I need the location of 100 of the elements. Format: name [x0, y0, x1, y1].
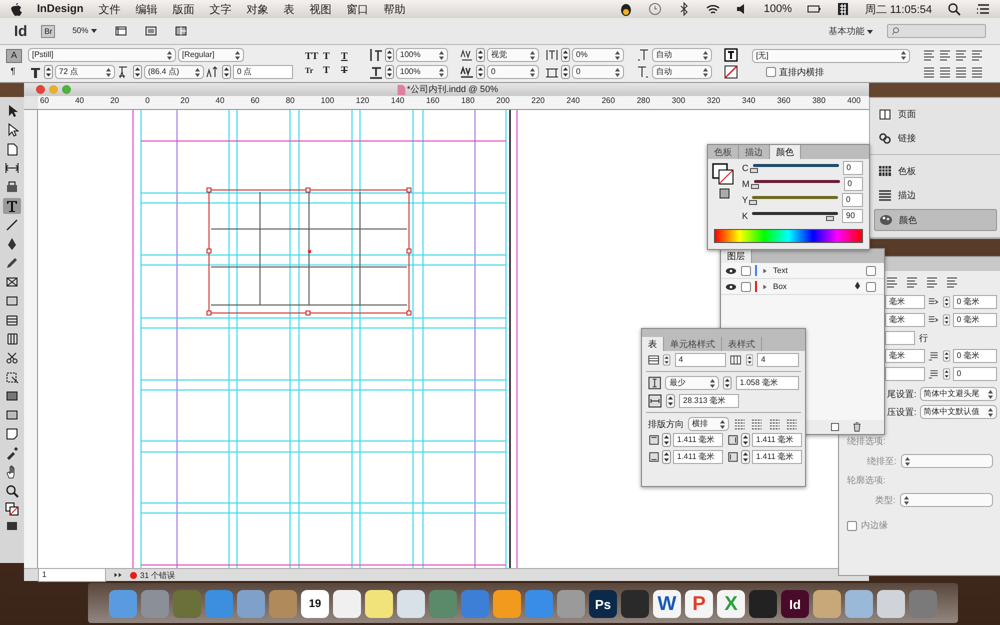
channel-value-field[interactable]: 0 — [844, 177, 863, 191]
character-style-dropdown[interactable]: [无] — [752, 48, 910, 62]
panel-tab[interactable]: 页面 — [874, 104, 997, 124]
column-width-field[interactable]: 28.313 毫米 — [679, 394, 739, 408]
panel-tab[interactable]: 描边 — [874, 185, 997, 205]
auto-dropdown[interactable]: 自动 — [652, 65, 712, 79]
battery-percent: 100% — [764, 3, 792, 15]
panel-tab[interactable]: 单元格样式 — [664, 337, 722, 351]
indent-field[interactable]: 0 毫米 — [952, 313, 997, 327]
zoom-dropdown[interactable]: 50% — [69, 25, 100, 37]
horizontal-scale-field[interactable]: 100% — [396, 65, 448, 79]
menu-clock[interactable]: 周二 11:05:54 — [864, 2, 932, 16]
type-style-button[interactable]: TT — [305, 51, 321, 62]
channel-value-field[interactable]: 0 — [842, 161, 863, 175]
menu-item[interactable]: 帮助 — [383, 2, 406, 16]
ruler-label: 60 — [250, 96, 260, 105]
indent-field[interactable]: 毫米 — [885, 313, 926, 327]
panel-tab[interactable]: 色板 — [708, 145, 739, 159]
leading-field[interactable]: (86.4 点) — [144, 65, 204, 79]
direction-label: 排版方向 — [648, 418, 684, 430]
panel-tab[interactable]: 表样式 — [722, 337, 762, 351]
spacing-field[interactable]: 0 — [952, 367, 997, 381]
character-rotation-field[interactable]: 0 — [572, 65, 624, 79]
kinsoku-dropdown[interactable]: 简体中文避头尾 — [920, 387, 997, 401]
ruler-label: 280 — [636, 96, 650, 105]
page-number-field[interactable]: 1 — [38, 568, 106, 582]
menu-item[interactable]: 窗口 — [346, 2, 368, 16]
menu-item[interactable]: 文字 — [209, 2, 232, 16]
direction-dropdown[interactable]: 横排 — [688, 417, 729, 431]
column-count-field[interactable]: 4 — [756, 353, 799, 367]
app-icon[interactable]: P — [685, 590, 713, 618]
panel-tab[interactable]: 色板 — [874, 161, 997, 181]
menu-item[interactable]: 视图 — [309, 2, 332, 16]
app-logo: Id — [14, 22, 28, 40]
ruler-label: 40 — [75, 96, 84, 105]
bridge-button[interactable]: Br — [41, 24, 56, 38]
layer-name[interactable]: Text — [773, 266, 862, 275]
menu-item[interactable]: 表 — [283, 2, 294, 16]
channel-value-field[interactable]: 0 — [842, 193, 863, 207]
ruler-label: 220 — [531, 96, 545, 105]
menu-item[interactable]: 文件 — [98, 2, 120, 16]
auto-dropdown[interactable]: 自动 — [652, 48, 712, 62]
ruler-label: 400 — [847, 96, 861, 105]
lines-label: 行 — [919, 332, 928, 344]
row-height-mode-dropdown[interactable]: 最少 — [665, 376, 720, 390]
ruler-label: 140 — [391, 96, 404, 105]
ruler-label: 160 — [426, 96, 440, 105]
type-style-button[interactable]: Tr — [305, 66, 321, 75]
baseline-shift-field[interactable]: 0 点 — [233, 65, 293, 79]
ruler-label: 320 — [706, 96, 720, 105]
paragraph-mode-button[interactable]: ¶ — [6, 66, 20, 78]
ruler-label: 200 — [496, 96, 510, 105]
font-style-dropdown[interactable]: [Regular] — [178, 48, 244, 62]
type-label: 类型: — [875, 494, 896, 506]
panel-tab[interactable]: 图层 — [721, 249, 752, 263]
app-name[interactable]: InDesign — [37, 3, 84, 15]
cell-inset-field[interactable]: 1.411 毫米 — [673, 433, 723, 447]
workspace-switcher[interactable]: 基本功能 — [828, 24, 873, 38]
panel-tab[interactable]: 颜色 — [770, 145, 801, 159]
character-mode-button[interactable]: A — [6, 49, 22, 63]
row-height-field[interactable]: 1.058 毫米 — [736, 376, 799, 390]
layer-name[interactable]: Box — [773, 282, 849, 291]
spacing-field[interactable]: 毫米 — [885, 349, 926, 363]
indent-field[interactable]: 0 毫米 — [952, 295, 997, 309]
kerning-dropdown[interactable]: 视觉 — [487, 48, 539, 62]
panel-tab[interactable]: 链接 — [874, 128, 997, 148]
app-icon[interactable]: W — [653, 590, 681, 618]
tracking-field[interactable]: 0 — [487, 65, 539, 79]
cell-inset-field[interactable]: 1.411 毫米 — [752, 450, 802, 464]
inner-edge-label: 内边缘 — [861, 519, 888, 532]
ruler-label: 240 — [566, 96, 580, 105]
app-icon[interactable]: Ps — [589, 590, 617, 618]
ruler-label: 380 — [812, 96, 826, 105]
menu-item[interactable]: 对象 — [246, 2, 268, 16]
spacing-field[interactable]: 0 毫米 — [952, 349, 997, 363]
type-style-button[interactable]: T — [341, 51, 357, 62]
calendar-app-icon[interactable]: 19 — [301, 590, 329, 618]
app-icon[interactable]: Id — [781, 590, 809, 618]
cell-inset-field[interactable]: 1.411 毫米 — [752, 433, 802, 447]
type-style-button[interactable]: T — [323, 65, 339, 76]
preflight-errors[interactable]: 31 个错误 — [140, 570, 176, 580]
indent-field[interactable]: 毫米 — [885, 295, 926, 309]
ruler-label: 100 — [320, 96, 334, 105]
type-style-button[interactable]: T — [341, 65, 357, 76]
font-family-dropdown[interactable]: [Pstill] — [28, 48, 176, 62]
vertical-scale-field[interactable]: 100% — [396, 48, 448, 62]
tsume-field[interactable]: 0% — [572, 48, 624, 62]
panel-tab[interactable]: 表 — [642, 337, 664, 351]
row-count-field[interactable]: 4 — [674, 353, 726, 367]
ruler-label: 80 — [286, 96, 295, 105]
cell-inset-field[interactable]: 1.411 毫米 — [673, 450, 723, 464]
ruler-label: 360 — [777, 96, 790, 105]
panel-tab[interactable]: 颜色 — [874, 209, 997, 231]
font-size-field[interactable]: 72 点 — [55, 65, 115, 79]
mojikumi-dropdown[interactable]: 简体中文默认值 — [920, 405, 997, 419]
menu-item[interactable]: 编辑 — [135, 2, 158, 16]
channel-value-field[interactable]: 90 — [842, 209, 863, 223]
menu-item[interactable]: 版面 — [172, 2, 194, 16]
ruler-label: 180 — [461, 96, 475, 105]
type-style-button[interactable]: T — [323, 51, 339, 62]
